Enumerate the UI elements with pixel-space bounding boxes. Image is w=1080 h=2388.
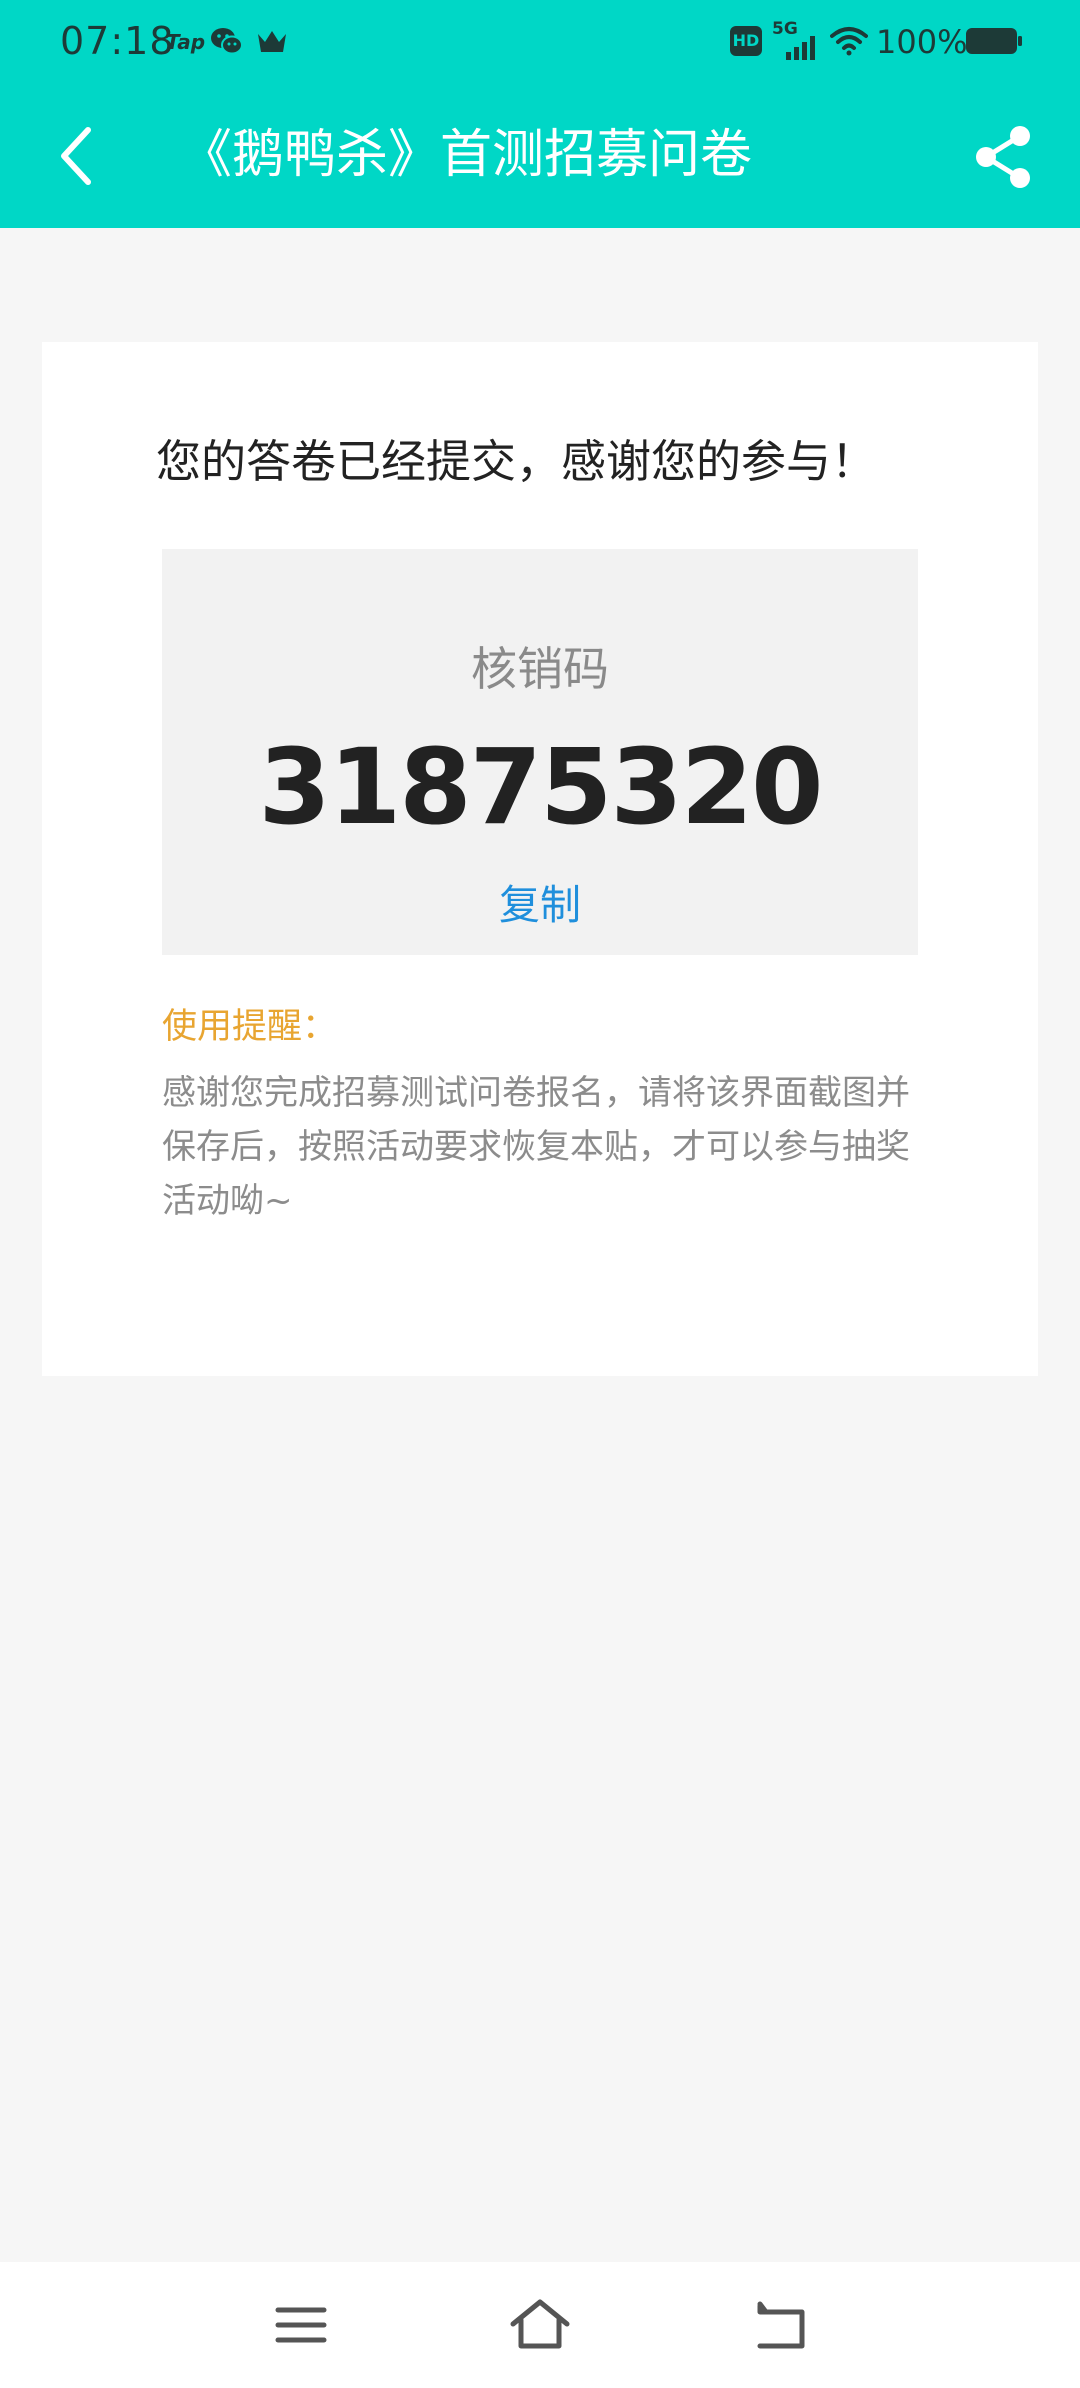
navigation-bar [0, 2262, 1080, 2388]
share-icon [976, 126, 1030, 188]
redemption-code-box: 核销码 31875320 复制 [162, 549, 918, 955]
result-card: 您的答卷已经提交，感谢您的参与！ 核销码 31875320 复制 使用提醒： 感… [42, 342, 1038, 1376]
home-icon [510, 2299, 570, 2349]
share-button[interactable] [968, 122, 1038, 192]
code-value: 31875320 [258, 726, 824, 848]
back-button[interactable] [44, 118, 108, 194]
app-bar: 《鹅鸭杀》首测招募问卷 [0, 82, 1080, 228]
menu-icon [275, 2307, 327, 2343]
screen: 07:18 Tap HD 5G 100% 《鹅鸭杀》首测招募问卷 您的答卷已经提… [0, 0, 1080, 2388]
crown-app-icon [258, 31, 286, 52]
tip-body: 感谢您完成招募测试问卷报名，请将该界面截图并保存后，按照活动要求恢复本贴，才可以… [162, 1073, 910, 1221]
page-title: 《鹅鸭杀》首测招募问卷 [180, 125, 753, 185]
copy-button[interactable]: 复制 [440, 877, 640, 933]
battery-icon [966, 28, 1022, 54]
battery-percent: 100% [876, 23, 968, 61]
code-label: 核销码 [471, 642, 609, 696]
signal-5g-icon: 5G [772, 20, 824, 60]
status-time: 07:18 [60, 19, 175, 63]
chevron-left-icon [61, 127, 91, 185]
back-icon [757, 2301, 805, 2349]
wechat-icon [211, 28, 243, 55]
wifi-icon [830, 27, 868, 56]
success-message: 您的答卷已经提交，感谢您的参与！ [156, 435, 877, 488]
tap-app-icon: Tap [166, 30, 206, 54]
tip-title: 使用提醒： [162, 1007, 338, 1047]
back-nav-button[interactable] [744, 2290, 814, 2360]
menu-button[interactable] [266, 2290, 336, 2360]
hd-icon: HD [730, 26, 762, 56]
home-button[interactable] [505, 2290, 575, 2360]
status-bar: 07:18 Tap HD 5G 100% [0, 0, 1080, 82]
